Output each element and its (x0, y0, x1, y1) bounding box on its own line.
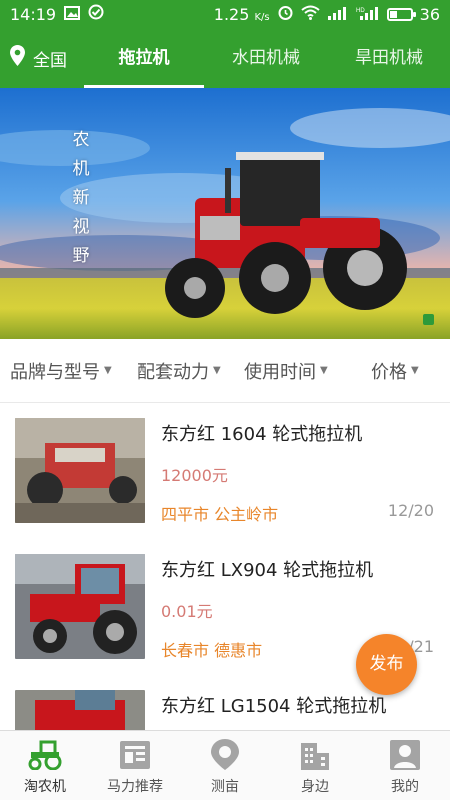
listing-location: 四平市 公主岭市 (161, 505, 279, 524)
banner-carousel[interactable]: 农 机 新 视 野 (0, 88, 450, 339)
buildings-icon (297, 738, 333, 772)
caret-down-icon: ▼ (320, 365, 328, 376)
status-time: 14:19 (10, 4, 57, 24)
banner-image (0, 88, 450, 339)
bottom-tab-browse-machinery[interactable]: 淘农机 (0, 731, 90, 800)
alarm-icon (277, 4, 294, 25)
top-nav: 全国 拖拉机 水田机械 旱田机械 (0, 28, 450, 88)
bottom-tab-bar: 淘农机 马力推荐 测亩 身边 我的 (0, 730, 450, 800)
check-circle-icon (88, 4, 104, 24)
filter-brand-model[interactable]: 品牌与型号 ▼ (10, 358, 112, 384)
caret-down-icon: ▼ (104, 365, 112, 376)
bottom-tab-nearby[interactable]: 身边 (270, 731, 360, 800)
listing-date: 12/20 (387, 501, 434, 520)
caret-down-icon: ▼ (213, 365, 221, 376)
listing-thumbnail (15, 554, 145, 659)
status-bar: 14:19 1.25 K/s HD 36 (0, 0, 450, 28)
listing-location: 长春市 德惠市 (161, 641, 263, 660)
battery-level: 36 (419, 4, 440, 24)
app-screen: 14:19 1.25 K/s HD 36 全国 拖拉机 水田机械 旱田机械 农 … (0, 0, 450, 800)
listing-price: 0.01元 (161, 602, 213, 621)
wifi-icon (301, 5, 320, 24)
image-notification-icon (64, 5, 81, 24)
listing-price: 12000元 (161, 466, 228, 485)
profile-icon (387, 738, 423, 772)
caret-down-icon: ▼ (411, 365, 419, 376)
svg-text:HD: HD (356, 8, 365, 14)
bottom-tab-measure-area[interactable]: 测亩 (180, 731, 270, 800)
carousel-indicator[interactable] (423, 314, 434, 325)
listing-title: 东方红 LG1504 轮式拖拉机 (161, 696, 387, 717)
tab-dryland-machinery[interactable]: 旱田机械 (328, 28, 450, 88)
signal-hd-icon: HD (356, 5, 380, 24)
listing-thumbnail (15, 690, 145, 730)
location-pin-icon (207, 738, 243, 772)
location-pin-icon (10, 45, 25, 71)
tractor-icon (27, 738, 63, 772)
listing-title: 东方红 LX904 轮式拖拉机 (161, 560, 374, 581)
tab-tractor[interactable]: 拖拉机 (84, 28, 204, 88)
location-label: 全国 (33, 50, 67, 71)
location-selector[interactable]: 全国 (0, 45, 84, 71)
filter-bar: 品牌与型号 ▼ 配套动力 ▼ 使用时间 ▼ 价格 ▼ (0, 339, 450, 403)
filter-power[interactable]: 配套动力 ▼ (137, 358, 221, 384)
list-item[interactable]: 东方红 1604 轮式拖拉机 12000元 四平市 公主岭市 12/20 (0, 404, 450, 540)
horsepower-card-icon (117, 738, 153, 772)
listing-title: 东方红 1604 轮式拖拉机 (161, 424, 363, 445)
battery-icon (386, 7, 416, 21)
filter-price[interactable]: 价格 ▼ (371, 358, 419, 384)
bottom-tab-horsepower[interactable]: 马力推荐 (90, 731, 180, 800)
tab-paddy-machinery[interactable]: 水田机械 (204, 28, 328, 88)
signal-icon (327, 5, 349, 24)
banner-slogan: 农 机 新 视 野 (72, 130, 90, 266)
publish-button[interactable]: 发布 (356, 634, 417, 695)
listing-thumbnail (15, 418, 145, 523)
filter-usage-time[interactable]: 使用时间 ▼ (244, 358, 328, 384)
network-speed: 1.25 K/s (213, 4, 270, 24)
bottom-tab-profile[interactable]: 我的 (360, 731, 450, 800)
